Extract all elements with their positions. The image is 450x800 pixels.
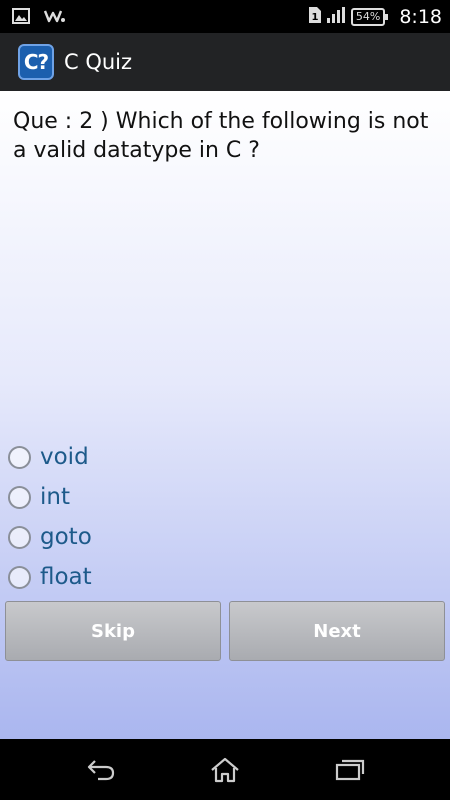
radio-button[interactable] bbox=[8, 485, 31, 509]
gallery-icon bbox=[12, 8, 30, 28]
option-float[interactable]: float bbox=[8, 557, 92, 597]
radio-button[interactable] bbox=[8, 525, 31, 549]
status-left bbox=[12, 8, 66, 28]
radio-button[interactable] bbox=[8, 565, 31, 589]
next-button[interactable]: Next bbox=[229, 601, 445, 661]
option-label: float bbox=[40, 564, 92, 590]
action-bar: C? C Quiz bbox=[0, 33, 450, 91]
option-label: int bbox=[40, 484, 70, 510]
battery-level: 54% bbox=[355, 9, 381, 23]
question-text: Que : 2 ) Which of the following is not … bbox=[13, 109, 429, 163]
option-label: void bbox=[40, 444, 89, 470]
app-icon[interactable]: C? bbox=[18, 44, 54, 80]
battery-icon: 54% bbox=[350, 7, 389, 26]
option-int[interactable]: int bbox=[8, 477, 92, 517]
app-icon-text: C? bbox=[23, 50, 49, 74]
signal-icon bbox=[326, 6, 345, 27]
nav-bar bbox=[0, 739, 450, 800]
quiz-content: Que : 2 ) Which of the following is not … bbox=[0, 91, 450, 739]
status-right: 1 54% 8:18 bbox=[308, 0, 442, 33]
status-bar: 1 54% 8:18 bbox=[0, 0, 450, 33]
option-goto[interactable]: goto bbox=[8, 517, 92, 557]
sim-number: 1 bbox=[311, 12, 318, 23]
back-icon[interactable] bbox=[86, 757, 116, 785]
clock: 8:18 bbox=[399, 5, 442, 28]
sim-icon: 1 bbox=[308, 6, 321, 27]
skip-button[interactable]: Skip bbox=[5, 601, 221, 661]
radio-button[interactable] bbox=[8, 445, 31, 469]
answer-options: void int goto float bbox=[8, 437, 92, 597]
home-icon[interactable] bbox=[210, 757, 240, 787]
recents-icon[interactable] bbox=[335, 757, 365, 785]
option-label: goto bbox=[40, 524, 92, 550]
walkman-icon bbox=[43, 8, 66, 28]
app-title: C Quiz bbox=[64, 50, 133, 74]
option-void[interactable]: void bbox=[8, 437, 92, 477]
